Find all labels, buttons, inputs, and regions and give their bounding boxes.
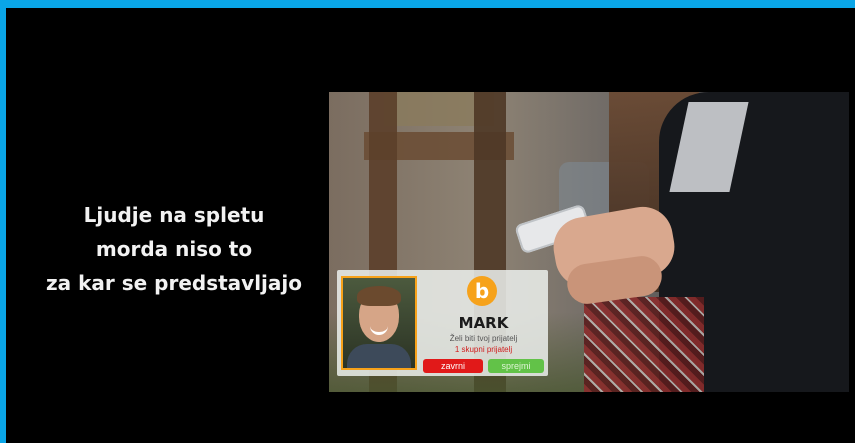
caption-line-1: Ljudje na spletu <box>83 203 265 227</box>
logo-letter: b <box>474 279 490 303</box>
caption-text: Ljudje na spletu morda niso to za kar se… <box>24 198 324 300</box>
friend-request-card: b MARK Želi biti tvoj prijatelj 1 skupni… <box>337 270 548 376</box>
decline-button[interactable]: zavrni <box>423 359 483 373</box>
accept-button[interactable]: sprejmi <box>488 359 544 373</box>
request-question: Želi biti tvoj prijatelj <box>449 334 518 343</box>
photo-plaid-shirt <box>584 297 704 392</box>
avatar <box>341 276 417 370</box>
avatar-shirt <box>347 344 411 368</box>
request-name: MARK <box>458 314 509 332</box>
mutual-friends: 1 skupni prijatelj <box>454 345 513 354</box>
caption-line-3: za kar se predstavljajo <box>45 271 302 295</box>
logo-b-icon: b <box>467 276 497 306</box>
avatar-hair <box>357 286 401 306</box>
caption-line-2: morda niso to <box>95 237 253 261</box>
